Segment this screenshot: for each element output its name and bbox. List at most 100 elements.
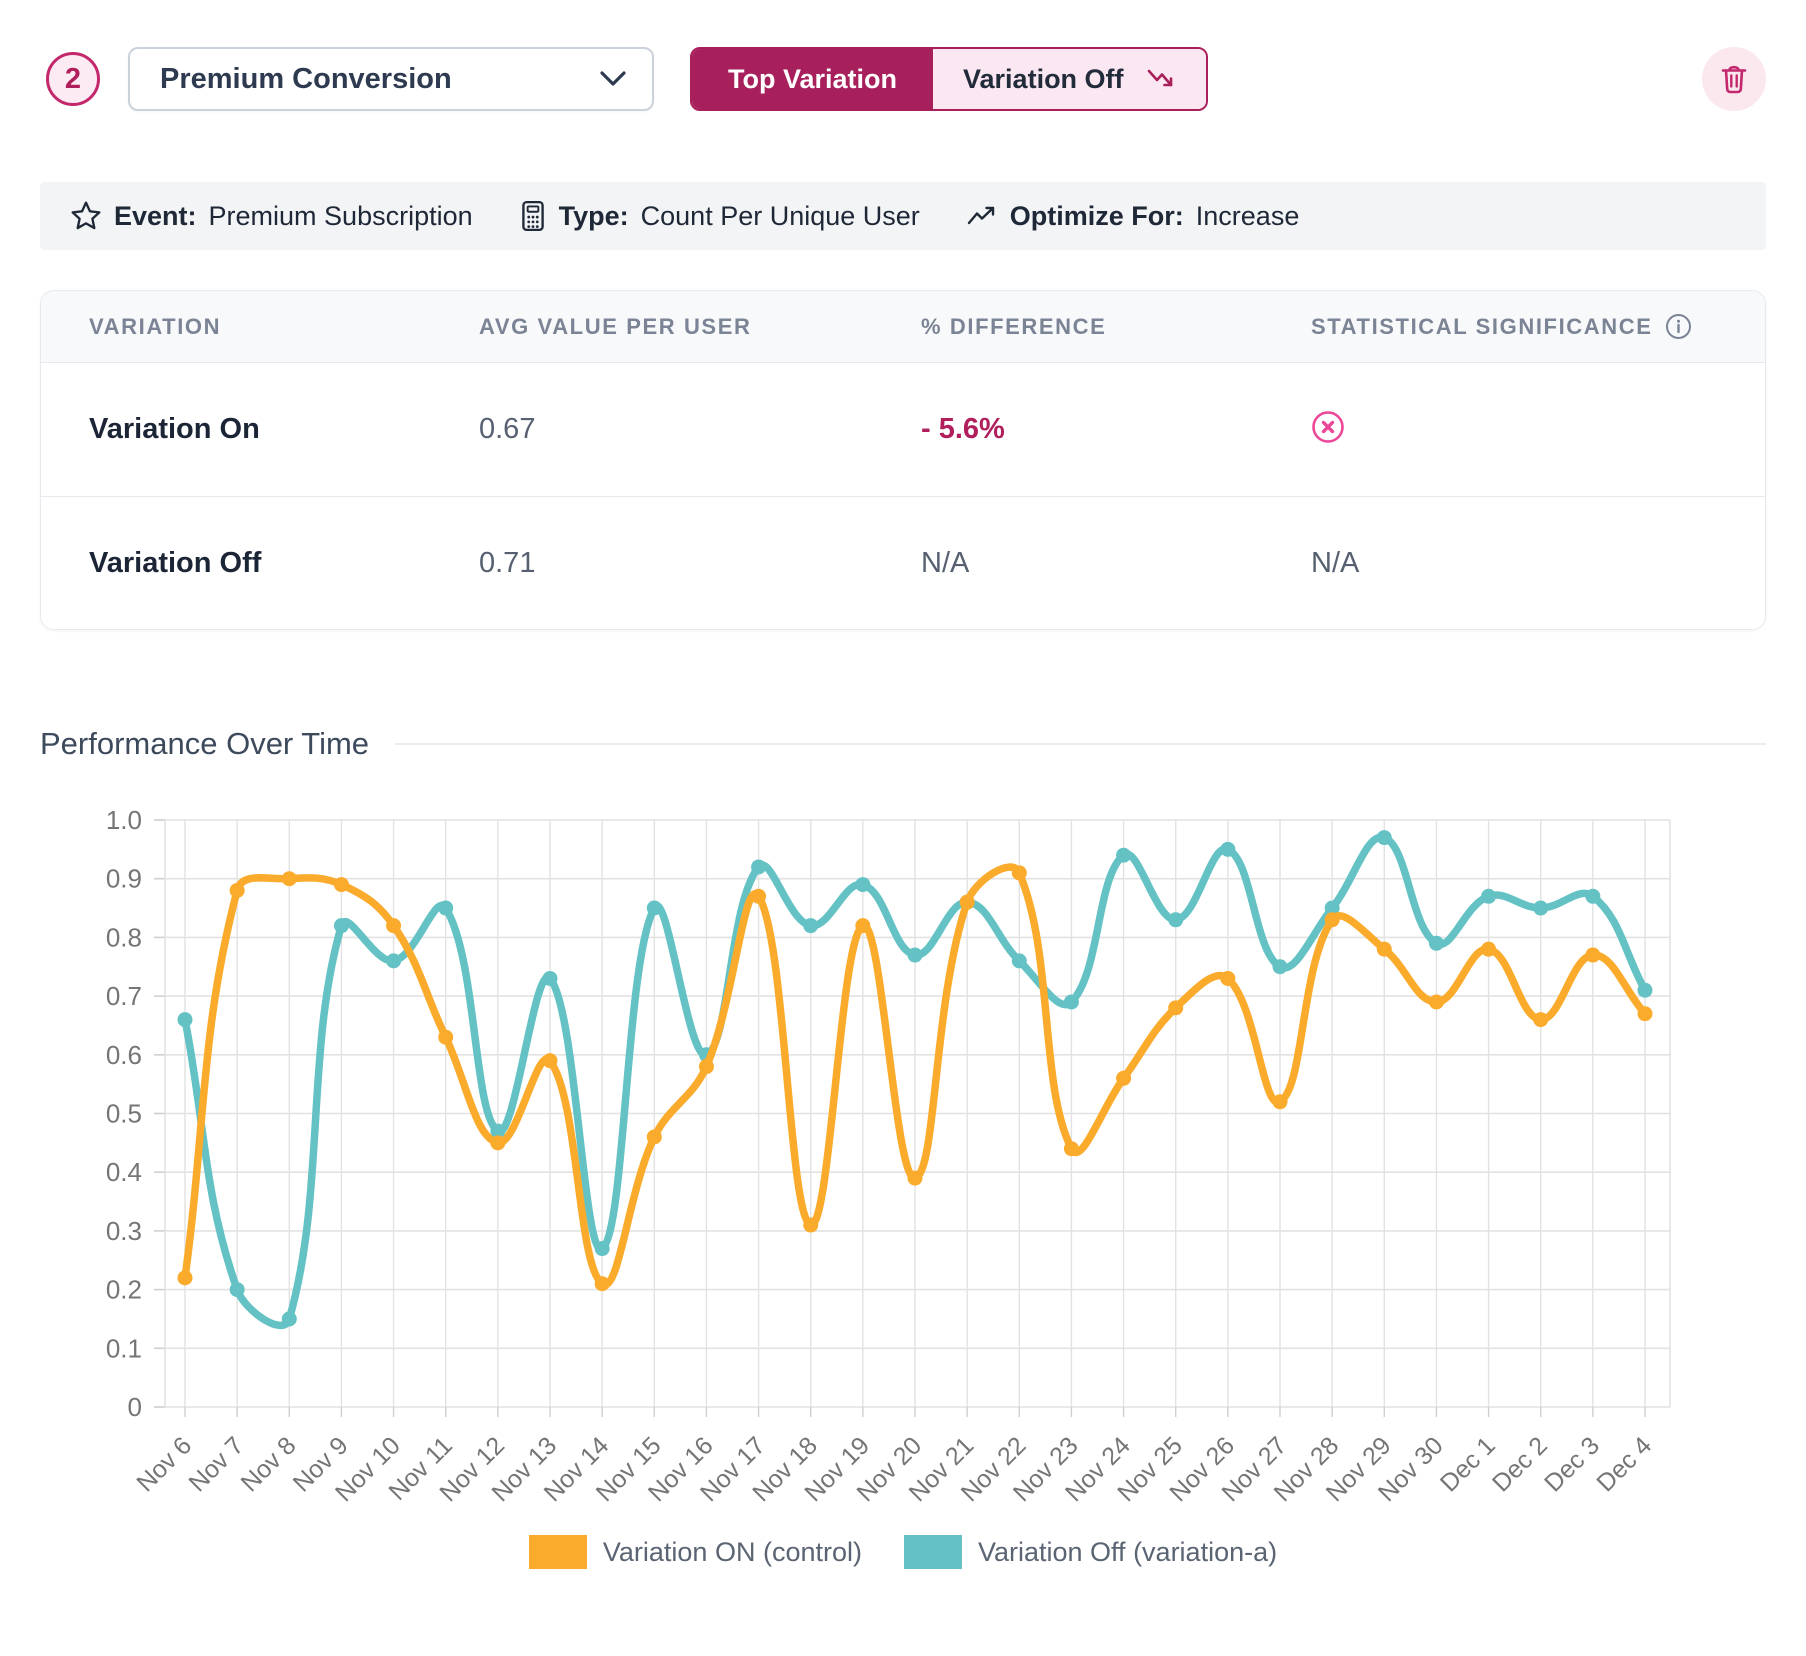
- svg-text:0.9: 0.9: [106, 864, 142, 894]
- legend-item[interactable]: Variation Off (variation-a): [904, 1535, 1277, 1569]
- avg-value: 0.67: [479, 413, 921, 446]
- data-point: [1273, 959, 1288, 974]
- results-table-body: Variation On0.67- 5.6% Variation Off0.71…: [41, 363, 1765, 629]
- data-point: [1638, 1006, 1653, 1021]
- optimize-value: Increase: [1196, 201, 1300, 232]
- data-point: [1116, 848, 1131, 863]
- legend-label: Variation ON (control): [603, 1537, 862, 1568]
- delete-metric-button[interactable]: [1702, 47, 1766, 111]
- data-point: [1638, 983, 1653, 998]
- top-variation-label: Top Variation: [728, 64, 897, 95]
- data-point: [1220, 971, 1235, 986]
- data-point: [1325, 912, 1340, 927]
- data-point: [178, 1012, 193, 1027]
- data-point: [282, 1311, 297, 1326]
- svg-text:1.0: 1.0: [106, 805, 142, 835]
- data-point: [386, 953, 401, 968]
- data-point: [1585, 889, 1600, 904]
- not-significant-icon: [1311, 410, 1345, 444]
- data-point: [855, 877, 870, 892]
- data-point: [334, 918, 349, 933]
- x-axis-label: Dec 4: [1591, 1431, 1657, 1497]
- chart-legend: Variation ON (control) Variation Off (va…: [40, 1535, 1766, 1569]
- metric-dropdown[interactable]: Premium Conversion: [128, 47, 654, 111]
- col-variation: Variation: [89, 314, 479, 340]
- data-point: [1429, 994, 1444, 1009]
- data-point: [1168, 912, 1183, 927]
- data-point: [386, 918, 401, 933]
- metric-index-badge: 2: [46, 52, 100, 106]
- data-point: [543, 971, 558, 986]
- trend-up-icon: [966, 205, 998, 227]
- chart-title: Performance Over Time: [40, 726, 369, 762]
- svg-text:0.8: 0.8: [106, 922, 142, 952]
- top-variation-tab[interactable]: Top Variation: [692, 49, 933, 109]
- data-point: [1585, 948, 1600, 963]
- data-point: [1273, 1094, 1288, 1109]
- col-avg-value: Avg Value Per User: [479, 314, 921, 340]
- data-point: [908, 1171, 923, 1186]
- difference-value: N/A: [921, 547, 1311, 580]
- trash-icon: [1719, 63, 1749, 95]
- x-axis-label: Dec 2: [1487, 1431, 1553, 1497]
- data-point: [908, 948, 923, 963]
- x-axis-label: Nov 7: [183, 1431, 249, 1497]
- data-point: [178, 1270, 193, 1285]
- chart-section-header: Performance Over Time: [40, 726, 1766, 762]
- svg-text:0.2: 0.2: [106, 1275, 142, 1305]
- calculator-icon: [519, 200, 547, 232]
- legend-item[interactable]: Variation ON (control): [529, 1535, 862, 1569]
- data-point: [438, 1030, 453, 1045]
- variation-name: Variation On: [89, 413, 479, 446]
- legend-swatch: [904, 1535, 962, 1569]
- top-variation-toggle: Top Variation Variation Off: [690, 47, 1208, 111]
- star-icon: [70, 200, 102, 232]
- event-value: Premium Subscription: [209, 201, 473, 232]
- data-point: [230, 1282, 245, 1297]
- legend-label: Variation Off (variation-a): [978, 1537, 1277, 1568]
- data-point: [803, 918, 818, 933]
- legend-swatch: [529, 1535, 587, 1569]
- data-point: [1116, 1071, 1131, 1086]
- metric-dropdown-value: Premium Conversion: [160, 63, 452, 96]
- x-axis-label: Dec 1: [1435, 1431, 1501, 1497]
- data-point: [1533, 901, 1548, 916]
- x-axis-label: Nov 6: [131, 1431, 197, 1497]
- data-point: [595, 1276, 610, 1291]
- data-point: [595, 1241, 610, 1256]
- info-icon[interactable]: [1665, 313, 1692, 340]
- data-point: [1377, 830, 1392, 845]
- data-point: [1012, 865, 1027, 880]
- type-value: Count Per Unique User: [641, 201, 920, 232]
- data-point: [960, 895, 975, 910]
- x-axis-label: Dec 3: [1539, 1431, 1605, 1497]
- performance-chart: 00.10.20.30.40.50.60.70.80.91.0Nov 6Nov …: [40, 762, 1766, 1569]
- svg-text:0: 0: [128, 1392, 142, 1422]
- col-difference: % Difference: [921, 314, 1311, 340]
- section-divider: [395, 743, 1766, 745]
- data-point: [438, 901, 453, 916]
- x-axis-label: Nov 8: [236, 1431, 302, 1497]
- svg-text:0.6: 0.6: [106, 1040, 142, 1070]
- trend-down-icon: [1146, 68, 1176, 90]
- col-significance: Statistical Significance: [1311, 313, 1765, 340]
- event-info: Event: Premium Subscription: [70, 200, 473, 232]
- data-point: [1481, 942, 1496, 957]
- difference-value: - 5.6%: [921, 413, 1311, 446]
- data-point: [751, 889, 766, 904]
- data-point: [1012, 953, 1027, 968]
- svg-text:0.5: 0.5: [106, 1099, 142, 1129]
- variation-name: Variation Off: [89, 547, 479, 580]
- optimize-info: Optimize For: Increase: [966, 201, 1300, 232]
- data-point: [543, 1053, 558, 1068]
- winner-variation-tab[interactable]: Variation Off: [933, 49, 1206, 109]
- svg-text:0.3: 0.3: [106, 1216, 142, 1246]
- data-point: [1220, 842, 1235, 857]
- data-point: [230, 883, 245, 898]
- data-point: [647, 1129, 662, 1144]
- metric-header-row: 2 Premium Conversion Top Variation Varia…: [40, 46, 1766, 112]
- significance-cell: N/A: [1311, 547, 1765, 580]
- data-point: [1064, 1141, 1079, 1156]
- metric-panel: 2 Premium Conversion Top Variation Varia…: [0, 0, 1806, 1656]
- chevron-down-icon: [600, 71, 626, 87]
